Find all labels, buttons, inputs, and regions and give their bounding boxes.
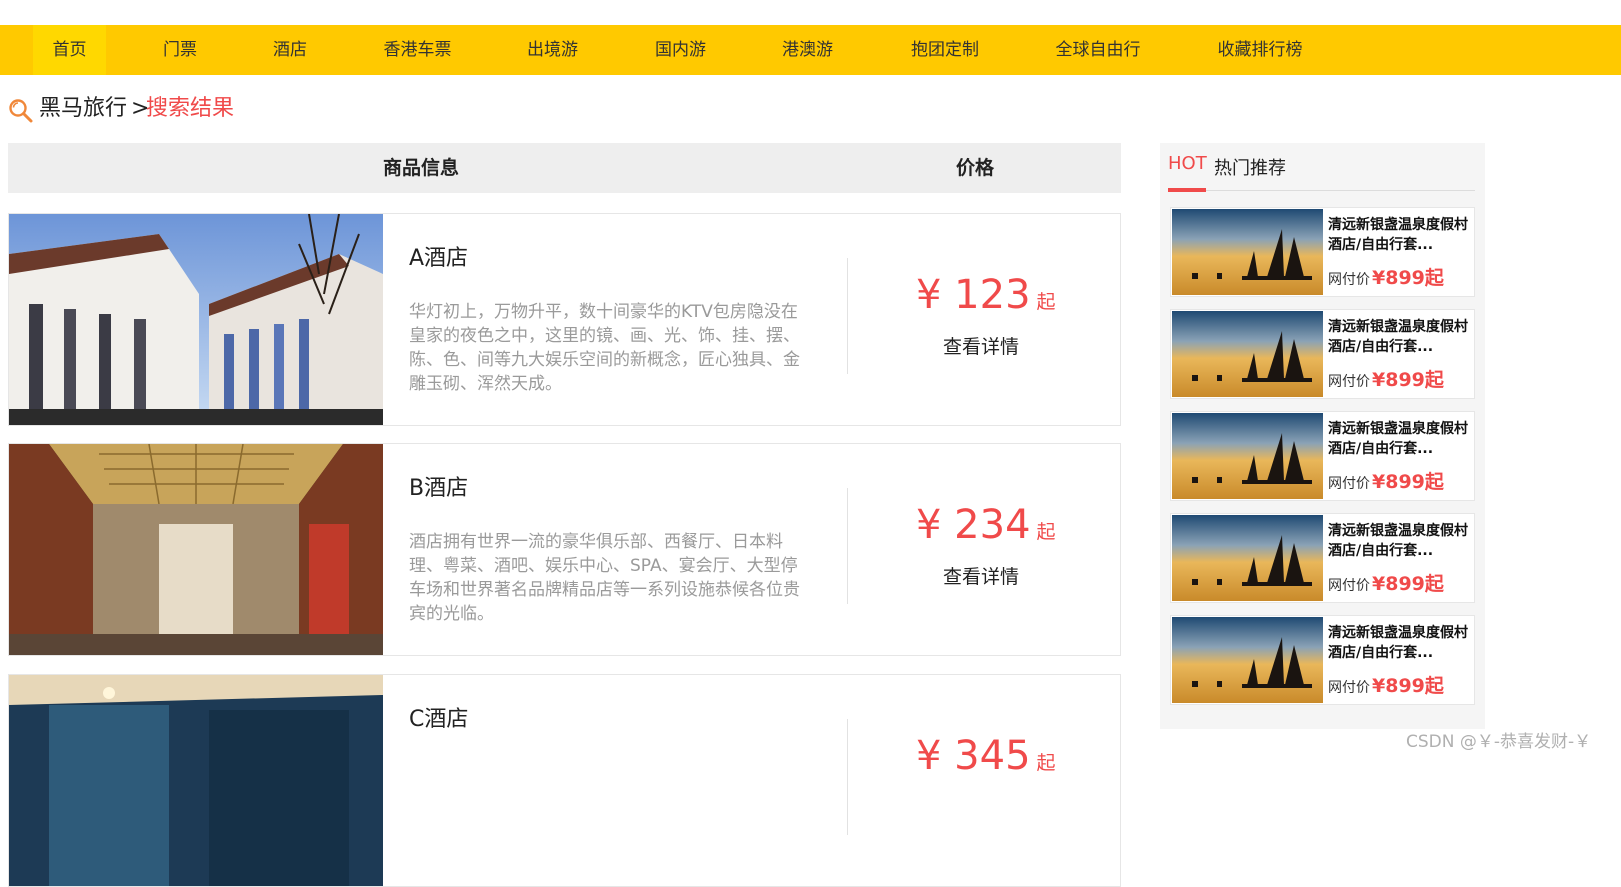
recommend-item[interactable]: 清远新银盏温泉度假村酒店/自由行套... 网付价 ¥899起 bbox=[1170, 309, 1475, 399]
hot-tag: HOT bbox=[1168, 153, 1207, 174]
recommend-item[interactable]: 清远新银盏温泉度假村酒店/自由行套... 网付价 ¥899起 bbox=[1170, 513, 1475, 603]
hotel-photo[interactable] bbox=[9, 444, 383, 655]
nav-item-home[interactable]: 首页 bbox=[33, 25, 106, 75]
price-amount: ¥899起 bbox=[1372, 267, 1444, 289]
hotel-price: ¥ 234 起 bbox=[916, 502, 1056, 548]
breadcrumb-home[interactable]: 黑马旅行 bbox=[39, 94, 127, 124]
view-details-link[interactable]: 查看详情 bbox=[943, 562, 1019, 589]
result-item: A酒店 华灯初上，万物升平，数十间豪华的KTV包房隐没在皇家的夜色之中，这里的镜… bbox=[8, 213, 1121, 426]
nav-item-domestic[interactable]: 国内游 bbox=[643, 25, 718, 75]
nav-item-tickets[interactable]: 门票 bbox=[150, 25, 210, 75]
recommend-title: 清远新银盏温泉度假村酒店/自由行套... bbox=[1328, 421, 1468, 457]
hot-recommend-sidebar: HOT 热门推荐 清远新银盏温泉度假村酒店/自由行套... 网付价 ¥899起 … bbox=[1160, 143, 1485, 729]
search-icon bbox=[9, 99, 33, 123]
hotel-name[interactable]: B酒店 bbox=[409, 470, 468, 502]
recommend-title: 清远新银盏温泉度假村酒店/自由行套... bbox=[1328, 523, 1468, 559]
sidebar-divider bbox=[1168, 190, 1475, 191]
divider bbox=[847, 488, 848, 604]
price-label: 网付价 bbox=[1328, 272, 1370, 288]
recommend-price: 网付价 ¥899起 bbox=[1328, 467, 1444, 494]
watermark: CSDN @￥-恭喜发财-￥ bbox=[1406, 732, 1592, 752]
price-amount: ¥899起 bbox=[1372, 573, 1444, 595]
recommend-item[interactable]: 清远新银盏温泉度假村酒店/自由行套... 网付价 ¥899起 bbox=[1170, 615, 1475, 705]
hotel-price: ¥ 345 起 bbox=[916, 733, 1056, 779]
results-header: 商品信息 价格 bbox=[8, 143, 1121, 193]
top-nav: 首页 门票 酒店 香港车票 出境游 国内游 港澳游 抱团定制 全球自由行 收藏排… bbox=[0, 25, 1621, 75]
price-value: ¥ 123 bbox=[916, 272, 1031, 318]
recommend-title: 清远新银盏温泉度假村酒店/自由行套... bbox=[1328, 625, 1468, 661]
nav-item-hk-macau[interactable]: 港澳游 bbox=[770, 25, 845, 75]
price-label: 网付价 bbox=[1328, 374, 1370, 390]
divider bbox=[847, 719, 848, 835]
nav-item-hotels[interactable]: 酒店 bbox=[260, 25, 320, 75]
recommend-title: 清远新银盏温泉度假村酒店/自由行套... bbox=[1328, 319, 1468, 355]
recommend-item[interactable]: 清远新银盏温泉度假村酒店/自由行套... 网付价 ¥899起 bbox=[1170, 207, 1475, 297]
hotel-description: 华灯初上，万物升平，数十间豪华的KTV包房隐没在皇家的夜色之中，这里的镜、画、光… bbox=[409, 302, 800, 394]
price-suffix: 起 bbox=[1036, 521, 1056, 543]
recommend-title: 清远新银盏温泉度假村酒店/自由行套... bbox=[1328, 217, 1468, 253]
price-suffix: 起 bbox=[1036, 752, 1056, 774]
result-item: C酒店 ¥ 345 起 bbox=[8, 674, 1121, 887]
view-details-link[interactable]: 查看详情 bbox=[943, 332, 1019, 359]
price-suffix: 起 bbox=[1036, 291, 1056, 313]
recommend-price: 网付价 ¥899起 bbox=[1328, 569, 1444, 596]
price-value: ¥ 234 bbox=[916, 502, 1031, 548]
recommend-thumbnail bbox=[1172, 617, 1323, 703]
hotel-photo[interactable] bbox=[9, 214, 383, 425]
recommend-price: 网付价 ¥899起 bbox=[1328, 263, 1444, 290]
price-label: 网付价 bbox=[1328, 578, 1370, 594]
divider bbox=[847, 258, 848, 374]
hotel-name[interactable]: C酒店 bbox=[409, 701, 468, 733]
hotel-name[interactable]: A酒店 bbox=[409, 240, 468, 272]
hotel-price: ¥ 123 起 bbox=[916, 272, 1056, 318]
hotel-description: 酒店拥有世界一流的豪华俱乐部、西餐厅、日本料理、粤菜、酒吧、娱乐中心、SPA、宴… bbox=[409, 532, 800, 624]
nav-item-outbound[interactable]: 出境游 bbox=[515, 25, 590, 75]
nav-item-hk-tickets[interactable]: 香港车票 bbox=[375, 25, 460, 75]
price-amount: ¥899起 bbox=[1372, 675, 1444, 697]
price-label: 网付价 bbox=[1328, 680, 1370, 696]
recommend-thumbnail bbox=[1172, 515, 1323, 601]
recommend-price: 网付价 ¥899起 bbox=[1328, 671, 1444, 698]
header-price: 价格 bbox=[956, 157, 995, 179]
hotel-photo[interactable] bbox=[9, 675, 383, 886]
header-product-info: 商品信息 bbox=[383, 157, 460, 179]
price-value: ¥ 345 bbox=[916, 733, 1031, 779]
sidebar-title-underline bbox=[1168, 188, 1206, 192]
result-item: B酒店 酒店拥有世界一流的豪华俱乐部、西餐厅、日本料理、粤菜、酒吧、娱乐中心、S… bbox=[8, 443, 1121, 656]
nav-item-ranking[interactable]: 收藏排行榜 bbox=[1210, 25, 1310, 75]
nav-item-custom[interactable]: 抱团定制 bbox=[900, 25, 990, 75]
recommend-price: 网付价 ¥899起 bbox=[1328, 365, 1444, 392]
sidebar-title: 热门推荐 bbox=[1214, 158, 1286, 179]
price-label: 网付价 bbox=[1328, 476, 1370, 492]
recommend-thumbnail bbox=[1172, 311, 1323, 397]
price-amount: ¥899起 bbox=[1372, 471, 1444, 493]
recommend-item[interactable]: 清远新银盏温泉度假村酒店/自由行套... 网付价 ¥899起 bbox=[1170, 411, 1475, 501]
recommend-thumbnail bbox=[1172, 209, 1323, 295]
breadcrumb-current: 搜索结果 bbox=[146, 96, 235, 121]
recommend-thumbnail bbox=[1172, 413, 1323, 499]
nav-item-free-travel[interactable]: 全球自由行 bbox=[1048, 25, 1148, 75]
price-amount: ¥899起 bbox=[1372, 369, 1444, 391]
